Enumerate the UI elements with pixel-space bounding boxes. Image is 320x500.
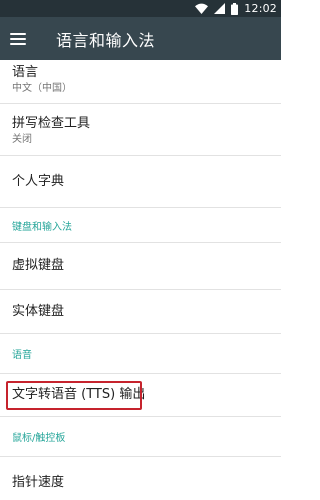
status-time: 12:02 <box>244 2 277 15</box>
pref-physical-keyboard[interactable]: 实体键盘 <box>0 290 281 334</box>
status-bar: 12:02 <box>0 0 281 17</box>
pref-personal-dictionary-label: 个人字典 <box>12 173 65 189</box>
category-keyboard-input: 键盘和输入法 <box>0 208 281 243</box>
pref-spell-checker-label: 拼写检查工具 <box>12 116 91 131</box>
pref-language-label: 语言 <box>12 65 39 80</box>
pref-tts-output[interactable]: 文字转语音 (TTS) 输出 <box>0 374 281 417</box>
pref-spell-checker-summary: 关闭 <box>12 134 32 145</box>
page-title: 语言和输入法 <box>56 30 156 50</box>
pref-language[interactable]: 语言 中文（中国） <box>0 60 281 104</box>
pref-spell-checker[interactable]: 拼写检查工具 关闭 <box>0 104 281 156</box>
category-speech-label: 语音 <box>12 350 32 361</box>
category-mouse-trackpad-label: 鼠标/触控板 <box>12 433 66 444</box>
signal-icon <box>214 3 226 14</box>
screen: 12:02 语言和输入法 语言 中文（中国） 拼写检查工具 关闭 个人字典 键盘… <box>0 0 281 500</box>
pref-pointer-speed[interactable]: 指针速度 <box>0 457 281 500</box>
battery-icon <box>231 2 239 15</box>
menu-icon[interactable] <box>10 28 32 50</box>
pref-tts-output-label: 文字转语音 (TTS) 输出 <box>12 387 146 402</box>
pref-personal-dictionary[interactable]: 个人字典 <box>0 156 281 208</box>
pref-virtual-keyboard-label: 虚拟键盘 <box>12 258 65 273</box>
pref-language-summary: 中文（中国） <box>12 83 72 94</box>
category-speech: 语音 <box>0 334 281 374</box>
pref-virtual-keyboard[interactable]: 虚拟键盘 <box>0 243 281 290</box>
category-keyboard-input-label: 键盘和输入法 <box>12 221 72 233</box>
pref-pointer-speed-label: 指针速度 <box>12 475 65 490</box>
wifi-icon <box>195 3 209 14</box>
app-bar: 语言和输入法 <box>0 17 281 60</box>
settings-list: 语言 中文（中国） 拼写检查工具 关闭 个人字典 键盘和输入法 虚拟键盘 实体键… <box>0 60 281 500</box>
category-mouse-trackpad: 鼠标/触控板 <box>0 417 281 457</box>
pref-physical-keyboard-label: 实体键盘 <box>12 303 65 319</box>
